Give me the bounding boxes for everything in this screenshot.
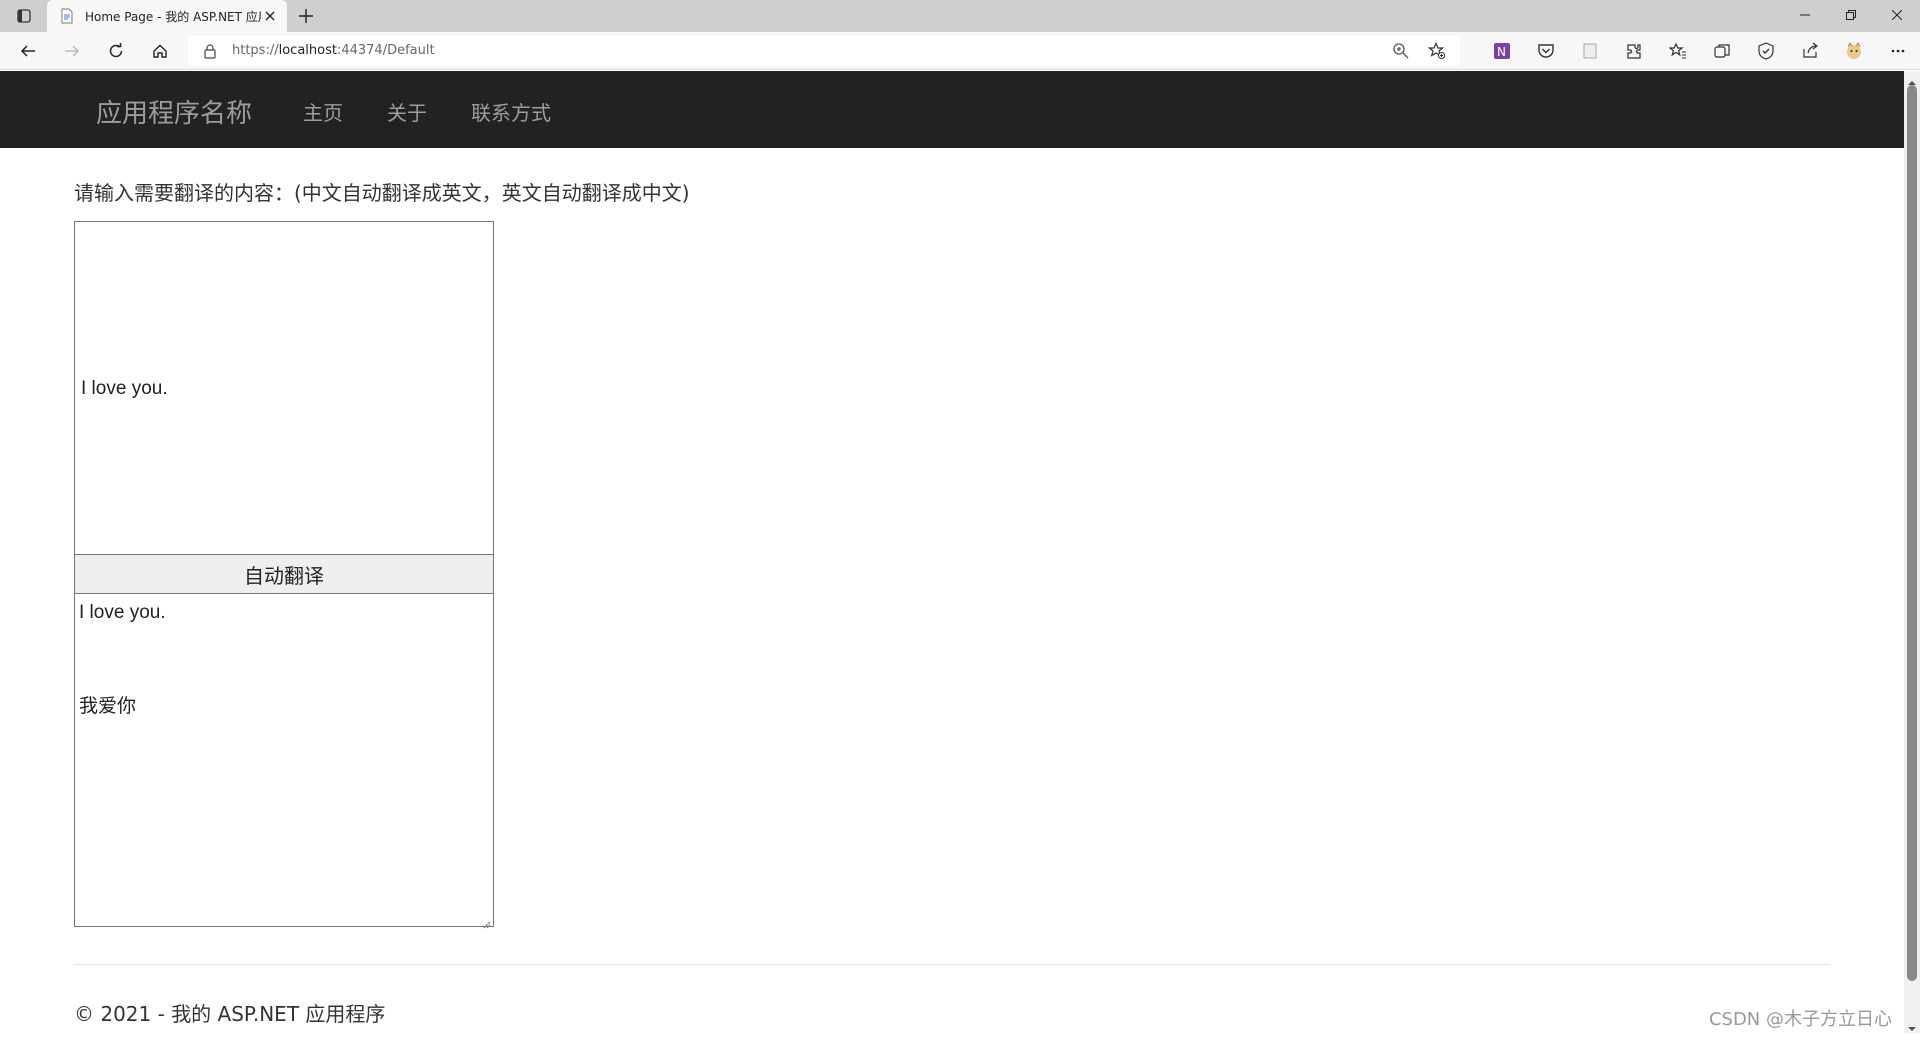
pocket-icon[interactable] <box>1524 37 1568 65</box>
minimize-icon[interactable] <box>1782 0 1828 30</box>
resize-grip-icon[interactable] <box>481 914 491 929</box>
close-icon[interactable] <box>261 7 279 25</box>
svg-text:N: N <box>1497 45 1506 59</box>
extension-icons: N <box>1480 37 1920 65</box>
source-text-input[interactable]: I love you. <box>74 221 494 555</box>
more-icon[interactable] <box>1876 37 1920 65</box>
browser-toolbar: https://localhost:44374/Default N <box>0 32 1920 70</box>
browser-essentials-icon[interactable] <box>1744 37 1788 65</box>
nav-link-home[interactable]: 主页 <box>303 97 343 126</box>
footer-copyright: © 2021 - 我的 ASP.NET 应用程序 <box>74 1002 386 1026</box>
site-brand[interactable]: 应用程序名称 <box>96 93 252 130</box>
browser-tab[interactable]: Home Page - 我的 ASP.NET 应用 <box>47 0 287 32</box>
url-text: https://localhost:44374/Default <box>232 43 435 58</box>
auto-translate-button[interactable]: 自动翻译 <box>74 554 494 594</box>
output-translation-line: 我爱你 <box>79 695 137 717</box>
add-favorite-icon[interactable] <box>1427 42 1446 60</box>
page-scrollbar[interactable] <box>1904 71 1920 1033</box>
nav-links: 主页 关于 联系方式 <box>303 97 595 126</box>
window-controls <box>1782 0 1920 30</box>
url-scheme: https:// <box>232 43 279 58</box>
tab-actions-icon[interactable] <box>8 4 40 28</box>
page-viewport: 应用程序名称 主页 关于 联系方式 请输入需要翻译的内容：(中文自动翻译成英文，… <box>0 71 1904 1033</box>
forward-arrow-icon[interactable] <box>58 37 86 65</box>
scrollbar-thumb[interactable] <box>1907 85 1917 981</box>
share-icon[interactable] <box>1788 37 1832 65</box>
footer-divider <box>74 964 1830 965</box>
onenote-icon[interactable]: N <box>1480 37 1524 65</box>
back-arrow-icon[interactable] <box>14 37 42 65</box>
lock-icon[interactable] <box>202 43 218 59</box>
url-path: :44374/Default <box>336 43 435 58</box>
nav-link-about[interactable]: 关于 <box>387 97 427 126</box>
site-navbar: 应用程序名称 主页 关于 联系方式 <box>0 71 1904 148</box>
extensions-icon[interactable] <box>1612 37 1656 65</box>
output-source-line: I love you. <box>79 602 166 623</box>
close-window-icon[interactable] <box>1874 0 1920 30</box>
plus-icon[interactable] <box>294 4 318 28</box>
reader-icon[interactable] <box>1568 37 1612 65</box>
nav-link-contact[interactable]: 联系方式 <box>471 97 551 126</box>
tab-strip: Home Page - 我的 ASP.NET 应用 <box>0 0 1920 32</box>
refresh-icon[interactable] <box>102 37 130 65</box>
watermark: CSDN @木子方立日心 <box>1708 1009 1892 1030</box>
translate-prompt: 请输入需要翻译的内容：(中文自动翻译成英文，英文自动翻译成中文) <box>74 181 690 205</box>
zoom-icon[interactable] <box>1392 42 1410 60</box>
source-text-value: I love you. <box>81 378 168 399</box>
translation-output[interactable]: I love you. 我爱你 <box>74 593 494 929</box>
favorites-icon[interactable] <box>1656 37 1700 65</box>
page-icon <box>59 8 75 24</box>
collections-icon[interactable] <box>1700 37 1744 65</box>
tab-title: Home Page - 我的 ASP.NET 应用 <box>85 9 261 24</box>
address-bar[interactable]: https://localhost:44374/Default <box>188 36 1460 66</box>
scroll-up-icon[interactable] <box>1907 73 1917 85</box>
profile-avatar[interactable] <box>1832 37 1876 65</box>
scroll-down-icon[interactable] <box>1907 1019 1917 1031</box>
restore-icon[interactable] <box>1828 0 1874 30</box>
url-host: localhost <box>278 43 337 58</box>
home-icon[interactable] <box>146 37 174 65</box>
